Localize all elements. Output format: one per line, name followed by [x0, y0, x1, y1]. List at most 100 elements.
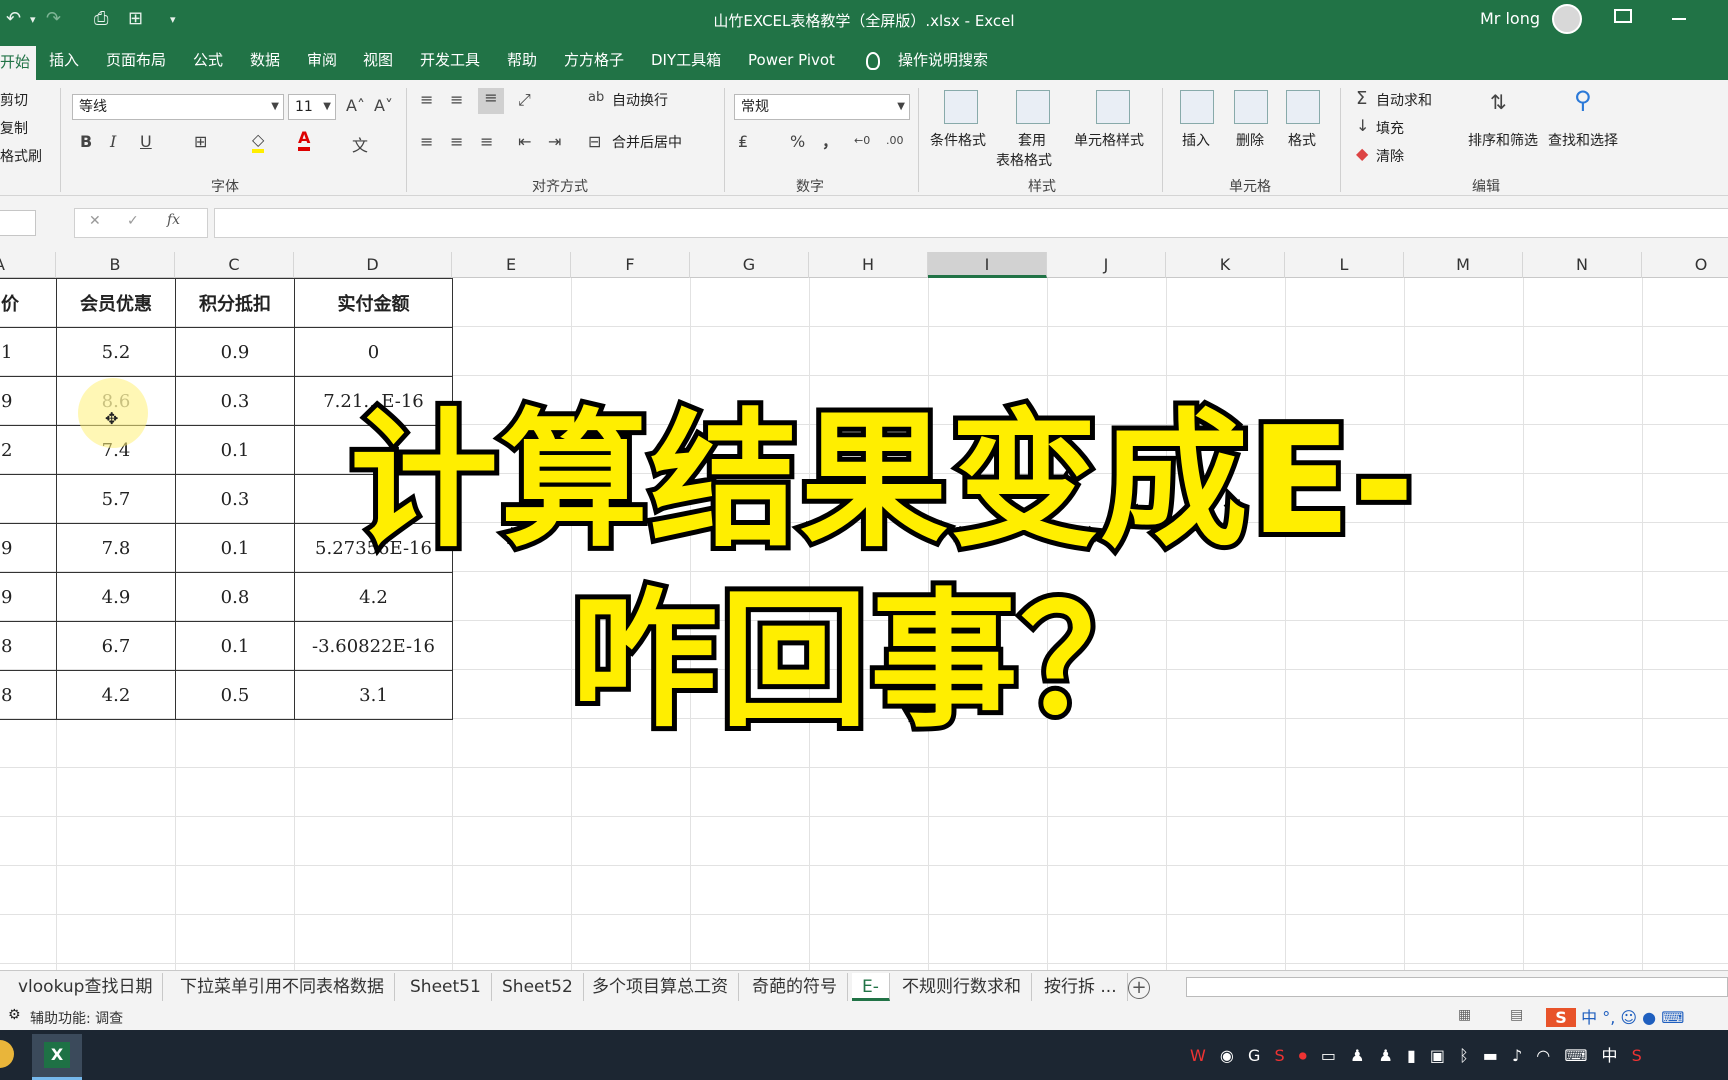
tab-page-layout[interactable]: 页面布局: [100, 40, 172, 80]
percent-style-button[interactable]: %: [790, 132, 805, 151]
table-cell[interactable]: 5.2: [56, 327, 176, 377]
column-header-i[interactable]: I: [928, 252, 1047, 278]
search-icon[interactable]: ⚲: [1574, 86, 1592, 114]
cell-styles-button[interactable]: 单元格样式: [1074, 130, 1144, 150]
keyboard-icon[interactable]: ⌨: [1661, 1008, 1684, 1027]
font-size-select[interactable]: 11 ▼: [288, 94, 336, 120]
increase-indent-icon[interactable]: ⇥: [548, 132, 561, 151]
insert-function-button[interactable]: fx: [167, 212, 180, 228]
table-cell[interactable]: 0.5: [175, 670, 295, 720]
conditional-formatting-icon[interactable]: [944, 90, 978, 124]
excel-taskbar-button[interactable]: X: [32, 1034, 82, 1080]
column-header-b[interactable]: B: [56, 252, 175, 278]
column-header-a[interactable]: A: [0, 252, 56, 278]
sheet-tab[interactable]: vlookup查找日期: [8, 973, 164, 1001]
merge-center-button[interactable]: 合并后居中: [612, 132, 682, 152]
column-header-l[interactable]: L: [1285, 252, 1404, 278]
increase-font-size-icon[interactable]: A˄: [346, 96, 365, 115]
tab-data[interactable]: 数据: [244, 40, 286, 80]
sort-filter-icon[interactable]: ⇅: [1490, 90, 1507, 114]
decrease-indent-icon[interactable]: ⇤: [518, 132, 531, 151]
image-icon[interactable]: ▣: [1430, 1046, 1445, 1065]
format-cells-icon[interactable]: [1286, 90, 1320, 124]
copy-button[interactable]: 复制: [0, 118, 28, 138]
keyboard-icon[interactable]: ⌨: [1564, 1046, 1587, 1065]
table-cell[interactable]: 0.3: [175, 474, 295, 524]
minimize-icon[interactable]: [1672, 18, 1686, 20]
decrease-font-size-icon[interactable]: A˅: [374, 96, 393, 115]
enter-icon[interactable]: ✓: [127, 213, 139, 229]
table-cell[interactable]: 7.8: [56, 523, 176, 573]
increase-decimal-icon[interactable]: ←0: [854, 134, 870, 147]
borders-icon[interactable]: ⊞: [194, 132, 207, 151]
table-cell[interactable]: 0.1: [175, 425, 295, 475]
italic-button[interactable]: I: [110, 132, 116, 151]
delete-cells-button[interactable]: 删除: [1236, 130, 1264, 150]
sheet-tab[interactable]: 按行拆 ...: [1034, 973, 1128, 1001]
insert-cells-button[interactable]: 插入: [1182, 130, 1210, 150]
chat-icon[interactable]: ▭: [1321, 1046, 1336, 1065]
microphone-icon[interactable]: ●: [1642, 1008, 1656, 1027]
wps-icon[interactable]: W: [1190, 1046, 1206, 1065]
autosum-button[interactable]: 自动求和: [1376, 90, 1432, 110]
input-language[interactable]: 中: [1602, 1046, 1618, 1065]
table-cell[interactable]: 0.1: [175, 621, 295, 671]
font-color-icon[interactable]: A: [298, 128, 311, 151]
table-cell[interactable]: 9: [0, 523, 57, 573]
orientation-icon[interactable]: ⤢: [518, 90, 531, 110]
header-cell[interactable]: 积分抵扣: [175, 278, 295, 328]
format-as-table-label-2[interactable]: 表格格式: [996, 150, 1052, 170]
table-cell[interactable]: 2: [0, 425, 57, 475]
tell-me-search[interactable]: 操作说明搜索: [892, 40, 994, 80]
table-cell[interactable]: -3.60822E-16: [294, 621, 453, 671]
table-cell[interactable]: 0.8: [175, 572, 295, 622]
tab-home[interactable]: 开始: [0, 46, 37, 80]
fill-button[interactable]: 填充: [1376, 118, 1404, 138]
tab-developer[interactable]: 开发工具: [414, 40, 486, 80]
comma-style-button[interactable]: ，: [822, 128, 838, 152]
column-header-d[interactable]: D: [294, 252, 452, 278]
column-header-f[interactable]: F: [571, 252, 690, 278]
sheet-tab[interactable]: 下拉菜单引用不同表格数据: [170, 973, 395, 1001]
format-painter-button[interactable]: 格式刷: [0, 146, 42, 166]
tab-power-pivot[interactable]: Power Pivot: [742, 40, 841, 80]
sogou-icon[interactable]: S: [1274, 1046, 1284, 1065]
bluetooth-icon[interactable]: ᛒ: [1459, 1046, 1469, 1065]
accounting-format-icon[interactable]: ₤: [738, 132, 748, 151]
sogou-s-icon[interactable]: S: [1546, 1008, 1576, 1027]
formula-input[interactable]: [214, 208, 1728, 238]
phonetic-icon[interactable]: 文: [352, 132, 368, 156]
table-cell[interactable]: 0.9: [175, 327, 295, 377]
table-cell[interactable]: 0.1: [175, 523, 295, 573]
normal-view-icon[interactable]: ▦: [1458, 1007, 1471, 1023]
column-header-h[interactable]: H: [809, 252, 928, 278]
tab-view[interactable]: 视图: [357, 40, 399, 80]
align-bottom-icon[interactable]: ≡: [478, 88, 504, 114]
sheet-tab[interactable]: 奇葩的符号: [742, 973, 848, 1001]
column-header-j[interactable]: J: [1047, 252, 1166, 278]
column-header-m[interactable]: M: [1404, 252, 1523, 278]
volume-icon[interactable]: ♪: [1512, 1046, 1522, 1065]
page-layout-view-icon[interactable]: ▤: [1510, 1007, 1523, 1023]
sheet-tab-active[interactable]: E-: [852, 973, 890, 1001]
font-name-select[interactable]: 等线 ▼: [72, 94, 284, 120]
column-header-n[interactable]: N: [1523, 252, 1642, 278]
qq-icon-2[interactable]: ♟: [1379, 1046, 1393, 1065]
emoji-icon[interactable]: ☺: [1620, 1008, 1637, 1027]
table-cell[interactable]: 4.9: [56, 572, 176, 622]
ime-punctuation[interactable]: °,: [1602, 1008, 1615, 1027]
tab-formulas[interactable]: 公式: [187, 40, 229, 80]
tab-diy-toolbox[interactable]: DIY工具箱: [645, 40, 727, 80]
align-left-icon[interactable]: ≡: [420, 132, 433, 151]
sheet-tab[interactable]: 多个项目算总工资: [582, 973, 739, 1001]
column-header-o[interactable]: O: [1642, 252, 1728, 278]
format-as-table-icon[interactable]: [1016, 90, 1050, 124]
cell-styles-icon[interactable]: [1096, 90, 1130, 124]
add-sheet-icon[interactable]: +: [1128, 977, 1150, 999]
microphone-icon[interactable]: ▮: [1407, 1046, 1416, 1065]
tab-review[interactable]: 审阅: [301, 40, 343, 80]
table-cell[interactable]: 8: [0, 670, 57, 720]
sheet-tab[interactable]: 不规则行数求和: [892, 973, 1032, 1001]
accessibility-status[interactable]: 辅助功能: 调查: [30, 1008, 123, 1028]
horizontal-scrollbar[interactable]: [1186, 977, 1728, 997]
